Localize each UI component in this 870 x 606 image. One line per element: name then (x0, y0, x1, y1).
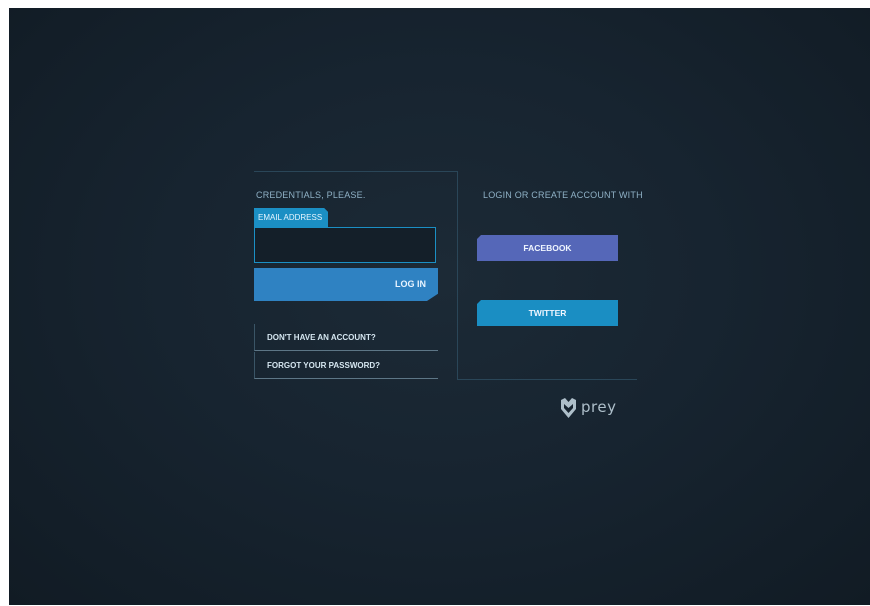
panel-bottom-border (457, 379, 637, 380)
prey-logo: prey (560, 397, 616, 419)
no-account-link[interactable]: DON'T HAVE AN ACCOUNT? (254, 324, 438, 351)
facebook-login-button[interactable]: FACEBOOK (477, 235, 618, 261)
forgot-password-link[interactable]: FORGOT YOUR PASSWORD? (254, 352, 438, 379)
email-field[interactable] (254, 227, 436, 263)
prey-wordmark: prey (581, 398, 617, 416)
twitter-login-button[interactable]: TWITTER (477, 300, 618, 326)
email-field-label: EMAIL ADDRESS (254, 208, 328, 227)
login-button[interactable]: LOG IN (254, 268, 438, 301)
login-screen: CREDENTIALS, PLEASE. EMAIL ADDRESS LOG I… (9, 8, 870, 605)
panel-divider (457, 171, 458, 380)
prey-shield-icon (561, 398, 576, 418)
credentials-heading: CREDENTIALS, PLEASE. (256, 190, 366, 200)
social-login-heading: LOGIN OR CREATE ACCOUNT WITH (483, 190, 643, 200)
panel-top-border (254, 171, 458, 172)
